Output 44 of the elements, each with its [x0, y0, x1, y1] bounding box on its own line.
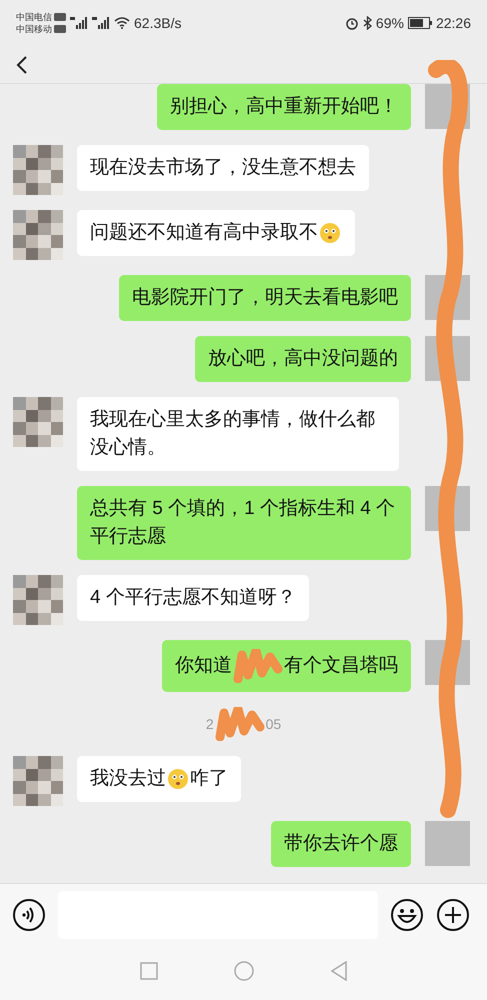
message-text: 4 个平行志愿不知道呀？ — [90, 586, 296, 610]
carrier-text: 中国移动 — [16, 23, 52, 35]
emoji-icon[interactable] — [390, 898, 424, 932]
add-icon[interactable] — [436, 898, 470, 932]
message-text: 你知道 — [175, 654, 232, 678]
avatar[interactable] — [13, 575, 63, 625]
message-text: 电影院开门了，明天去看电影吧 — [132, 286, 398, 310]
clock-text: 22:26 — [436, 14, 471, 32]
avatar[interactable] — [13, 397, 63, 447]
recents-icon[interactable] — [140, 962, 158, 980]
message-text: 放心吧，高中没问题的 — [208, 347, 398, 371]
message-text: 我现在心里太多的事情，做什么都没心情。 — [90, 408, 376, 460]
message-text: 05 — [266, 714, 282, 734]
message-text: 带你去许个愿 — [284, 832, 398, 856]
signal-icon — [70, 17, 88, 29]
message-text: 别担心，高中重新开始吧！ — [170, 95, 398, 119]
bluetooth-icon — [362, 16, 372, 30]
avatar[interactable] — [13, 210, 63, 260]
emoji-face-icon — [319, 222, 341, 244]
network-speed-text: 62.3B/s — [134, 14, 182, 32]
voice-icon[interactable] — [12, 898, 46, 932]
wifi-icon — [114, 17, 130, 29]
hd-icon — [54, 13, 66, 21]
message-text: 2 — [206, 714, 214, 734]
redaction-scribble — [232, 649, 284, 683]
signal-icon — [92, 17, 110, 29]
emoji-face-icon — [167, 768, 189, 790]
message-text: 我没去过 — [90, 767, 166, 791]
redaction-scribble — [214, 707, 266, 741]
avatar[interactable] — [13, 145, 63, 195]
alarm-icon — [344, 16, 359, 30]
carrier-text: 中国电信 — [16, 11, 52, 23]
hd-icon — [54, 25, 66, 33]
message-text: 问题还不知道有高中录取不 — [90, 221, 318, 245]
message-text: 咋了 — [190, 767, 228, 791]
battery-percent-text: 69% — [376, 14, 404, 32]
avatar[interactable] — [13, 756, 63, 806]
message-text: 现在没去市场了，没生意不想去 — [90, 156, 356, 180]
back-nav-icon[interactable] — [330, 961, 348, 981]
back-icon[interactable] — [16, 54, 28, 74]
home-icon[interactable] — [234, 961, 254, 981]
message-text: 有个文昌塔吗 — [284, 654, 398, 678]
message-text: 总共有 5 个填的，1 个指标生和 4 个平行志愿 — [90, 497, 396, 549]
battery-icon — [408, 17, 432, 29]
